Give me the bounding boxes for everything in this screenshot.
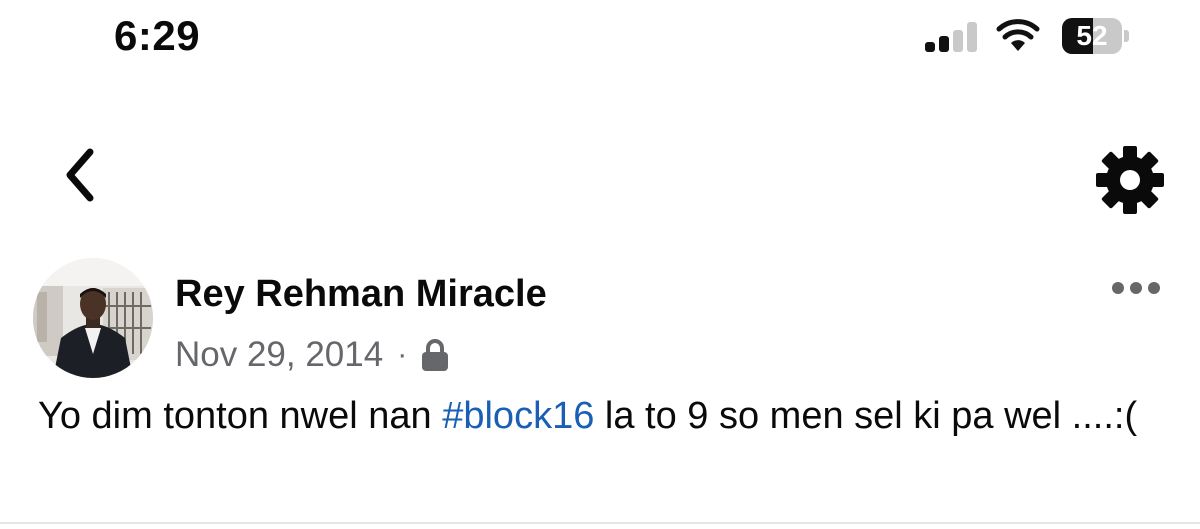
battery-body: 52 bbox=[1062, 18, 1122, 54]
post-meta: Nov 29, 2014 · bbox=[175, 334, 449, 376]
signal-bar bbox=[939, 36, 949, 52]
nav-bar bbox=[0, 130, 1200, 220]
author-name[interactable]: Rey Rehman Miracle bbox=[175, 273, 547, 316]
gear-icon bbox=[1096, 146, 1164, 214]
settings-button[interactable] bbox=[1090, 140, 1170, 220]
avatar-photo bbox=[33, 258, 153, 378]
post-text-after: la to 9 so men sel ki pa wel ....:( bbox=[594, 395, 1138, 437]
back-button[interactable] bbox=[54, 142, 108, 208]
chevron-left-icon bbox=[66, 148, 94, 202]
wifi-icon bbox=[996, 17, 1040, 53]
lock-icon bbox=[421, 338, 449, 372]
post-text-before: Yo dim tonton nwel nan bbox=[38, 395, 443, 437]
meta-separator: · bbox=[397, 338, 408, 371]
signal-bar bbox=[967, 22, 977, 52]
status-time: 6:29 bbox=[114, 12, 201, 59]
battery-level: 52 bbox=[1076, 20, 1108, 51]
post-text: Yo dim tonton nwel nan #block16 la to 9 … bbox=[38, 390, 1168, 442]
divider bbox=[0, 522, 1200, 524]
battery-icon: 52 bbox=[1062, 18, 1130, 54]
signal-icon bbox=[925, 22, 979, 52]
more-horizontal-icon bbox=[1112, 282, 1160, 294]
battery-tip bbox=[1124, 30, 1129, 42]
post-date[interactable]: Nov 29, 2014 bbox=[175, 335, 383, 375]
signal-bar bbox=[925, 42, 935, 52]
more-options-button[interactable] bbox=[1108, 276, 1164, 300]
avatar[interactable] bbox=[33, 258, 153, 378]
hashtag-link[interactable]: #block16 bbox=[442, 395, 594, 437]
status-bar: 6:29 52 bbox=[0, 0, 1200, 80]
signal-bar bbox=[953, 30, 963, 52]
